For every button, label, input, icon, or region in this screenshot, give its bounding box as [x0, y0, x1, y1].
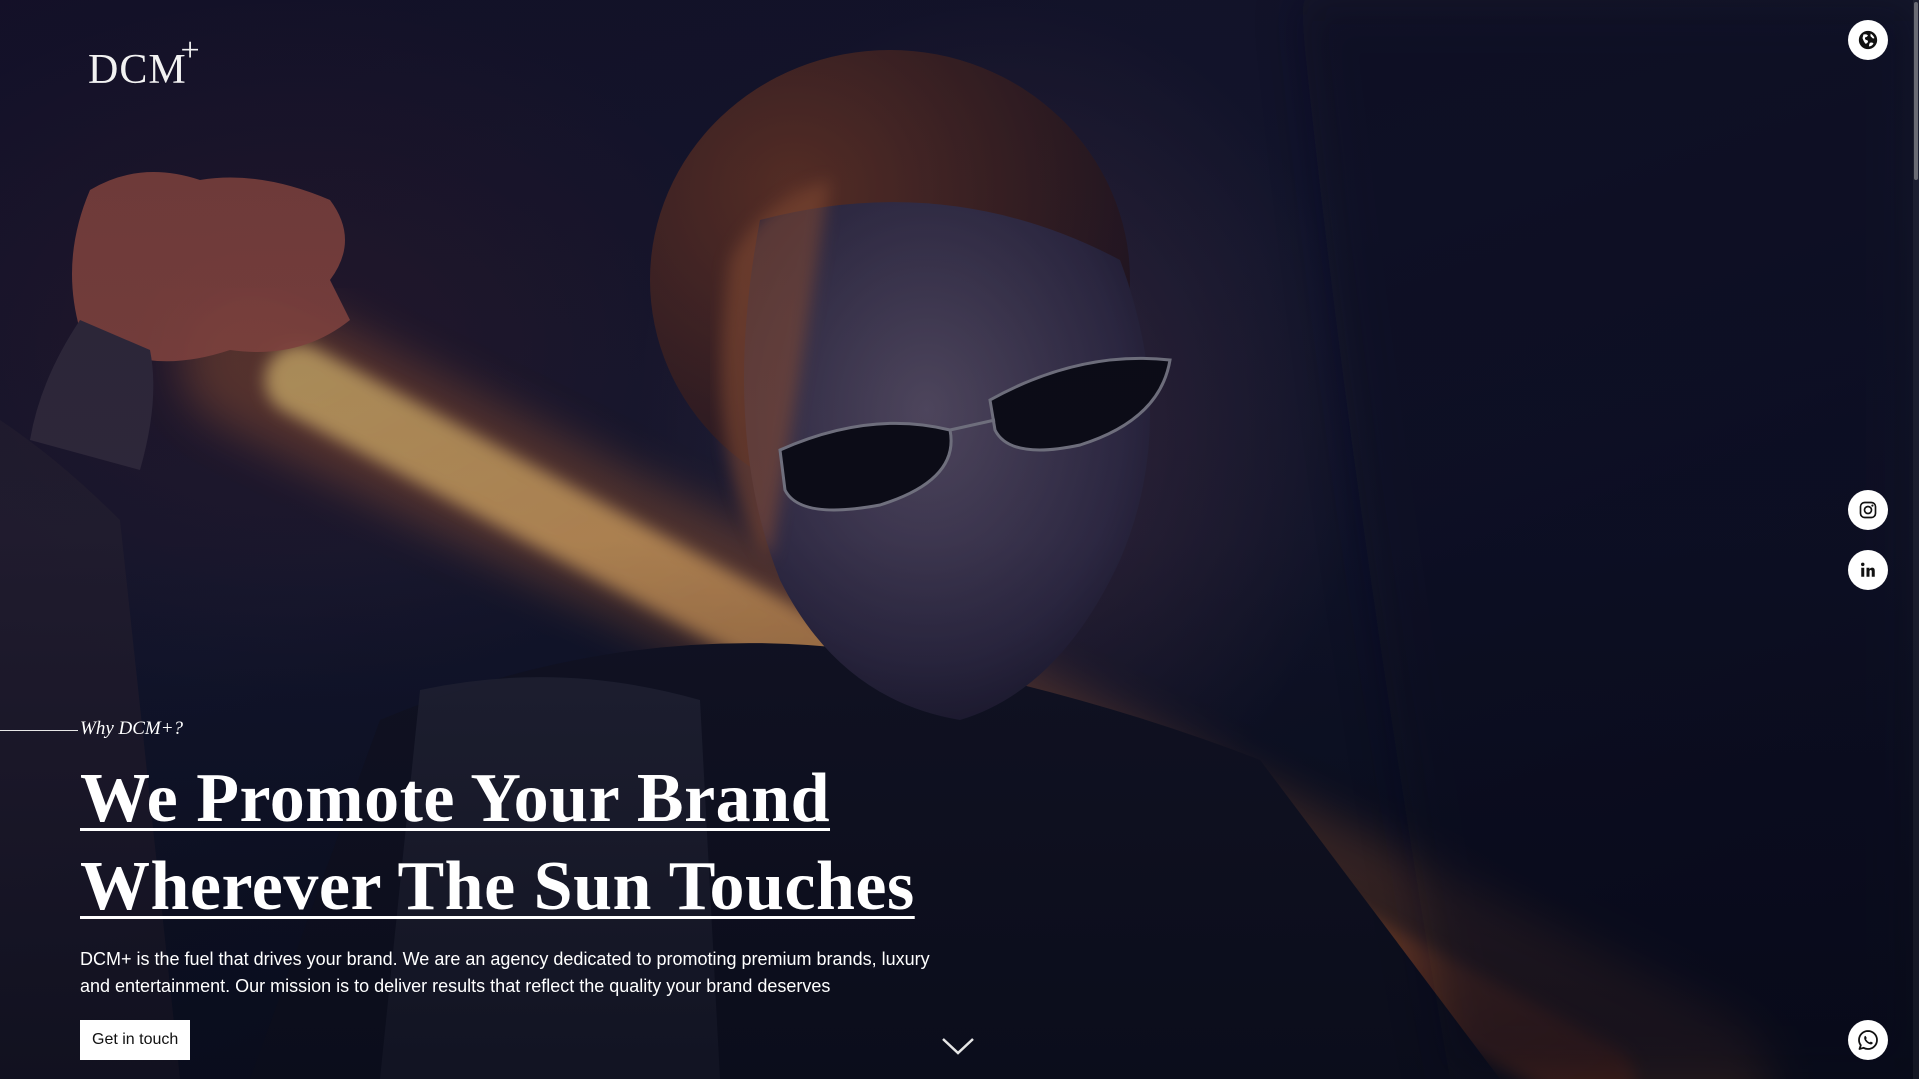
instagram-icon — [1859, 501, 1877, 519]
kicker-divider — [0, 730, 78, 731]
logo-text: DCM — [88, 47, 187, 93]
logo-plus-mark: + — [180, 32, 201, 69]
hero-headline: We Promote Your Brand Wherever The Sun T… — [80, 755, 915, 931]
whatsapp-button[interactable] — [1848, 1020, 1888, 1060]
page-scrollbar[interactable] — [1913, 0, 1919, 1079]
hero-description: DCM+ is the fuel that drives your brand.… — [80, 949, 930, 996]
linkedin-button[interactable] — [1848, 550, 1888, 590]
whatsapp-icon — [1858, 1030, 1878, 1050]
hero-kicker: Why DCM+? — [80, 718, 184, 739]
scrollbar-thumb[interactable] — [1914, 2, 1918, 180]
linkedin-icon — [1861, 562, 1875, 577]
headline-link-line-1[interactable]: We Promote Your Brand — [80, 760, 830, 837]
chevron-down-icon[interactable] — [941, 1036, 975, 1056]
headline-link-line-2[interactable]: Wherever The Sun Touches — [80, 848, 915, 925]
globe-icon — [1858, 30, 1878, 50]
language-button[interactable] — [1848, 20, 1888, 60]
logo[interactable]: DCM + — [88, 32, 200, 94]
instagram-button[interactable] — [1848, 490, 1888, 530]
get-in-touch-button[interactable]: Get in touch — [80, 1020, 191, 1060]
